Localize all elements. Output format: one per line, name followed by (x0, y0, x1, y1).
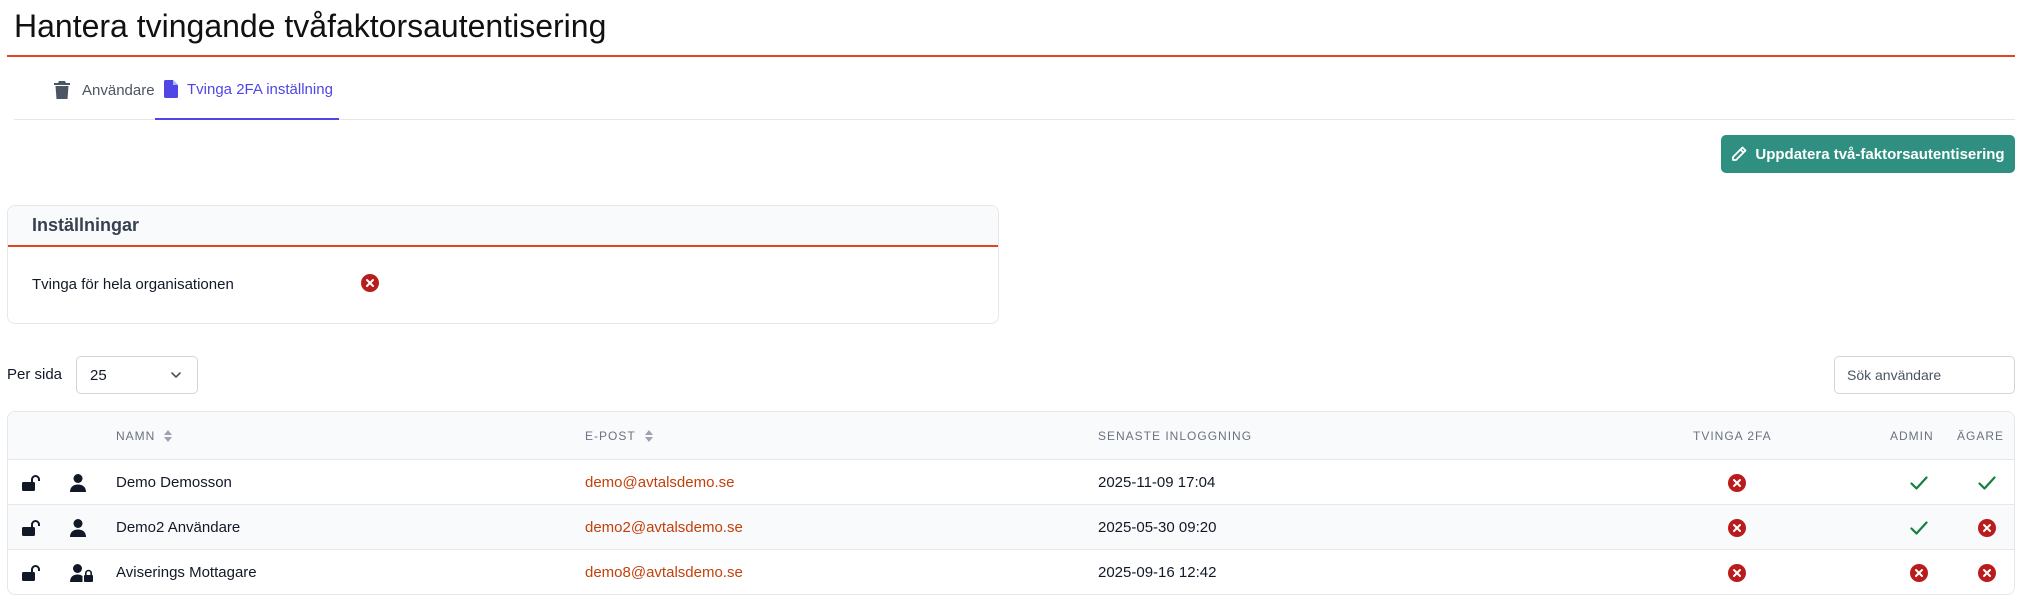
user-email-link[interactable]: demo@avtalsdemo.se (585, 460, 734, 505)
pencil-icon (1731, 146, 1747, 162)
check-icon (1910, 505, 1928, 550)
x-circle-icon (361, 274, 379, 292)
users-table: Namn E-post Senaste inloggning Tvinga 2F… (7, 411, 2015, 595)
per-page-value: 25 (90, 366, 107, 384)
table-row: Demo2 Användare demo2@avtalsdemo.se 2025… (8, 505, 2014, 550)
check-icon (1978, 460, 1996, 505)
unlock-icon[interactable] (22, 505, 40, 550)
sort-icon[interactable] (163, 429, 173, 443)
user-lock-icon (70, 550, 94, 594)
header-force-2fa: Tvinga 2FA (1693, 429, 1772, 443)
check-icon (1910, 460, 1928, 505)
table-header: Namn E-post Senaste inloggning Tvinga 2F… (8, 412, 2014, 460)
user-email-link[interactable]: demo8@avtalsdemo.se (585, 550, 743, 594)
title-divider (7, 55, 2015, 57)
header-last-login: Senaste inloggning (1098, 429, 1253, 443)
tab-force-2fa-settings[interactable]: Tvinga 2FA inställning (155, 60, 339, 120)
x-circle-icon (1978, 550, 1996, 594)
settings-title: Inställningar (8, 206, 998, 247)
header-email-label: E-post (585, 429, 636, 443)
table-row: Aviserings Mottagare demo8@avtalsdemo.se… (8, 550, 2014, 594)
update-2fa-button[interactable]: Uppdatera två-faktorsautentisering (1721, 135, 2015, 173)
x-circle-icon (1728, 460, 1746, 505)
tab-users-label: Användare (82, 81, 155, 99)
sort-icon[interactable] (644, 429, 654, 443)
table-row: Demo Demosson demo@avtalsdemo.se 2025-11… (8, 460, 2014, 505)
x-circle-icon (1978, 505, 1996, 550)
chevron-down-icon (169, 368, 183, 382)
header-admin: Admin (1890, 429, 1934, 443)
user-name: Aviserings Mottagare (116, 564, 257, 581)
header-name-label: Namn (116, 429, 156, 443)
user-last-login: 2025-11-09 17:04 (1098, 474, 1216, 491)
x-circle-icon (1910, 550, 1928, 594)
per-page-label: Per sida (7, 366, 63, 383)
unlock-icon[interactable] (22, 460, 40, 505)
tab-force-2fa-label: Tvinga 2FA inställning (187, 80, 333, 98)
user-last-login: 2025-09-16 12:42 (1098, 564, 1217, 581)
setting-force-org-label: Tvinga för hela organisationen (32, 276, 234, 293)
settings-card: Inställningar Tvinga för hela organisati… (7, 205, 999, 324)
page-title: Hantera tvingande tvåfaktorsautentiserin… (14, 8, 607, 44)
search-users-input[interactable] (1834, 356, 2015, 394)
tab-users[interactable]: Användare (52, 60, 155, 120)
trash-icon (52, 80, 72, 100)
unlock-icon[interactable] (22, 550, 40, 594)
user-name: Demo2 Användare (116, 519, 241, 536)
header-name[interactable]: Namn (116, 412, 173, 460)
user-icon (70, 460, 86, 505)
x-circle-icon (1728, 505, 1746, 550)
user-email-link[interactable]: demo2@avtalsdemo.se (585, 505, 743, 550)
update-2fa-button-label: Uppdatera två-faktorsautentisering (1755, 145, 2005, 163)
document-icon (161, 79, 181, 99)
user-name: Demo Demosson (116, 474, 232, 491)
per-page-select[interactable]: 25 (76, 356, 198, 394)
user-last-login: 2025-05-30 09:20 (1098, 519, 1217, 536)
header-owner: Ägare (1957, 429, 2005, 443)
header-email[interactable]: E-post (585, 412, 654, 460)
tab-bar: Användare Tvinga 2FA inställning (14, 60, 2015, 120)
user-icon (70, 505, 86, 550)
x-circle-icon (1728, 550, 1746, 594)
